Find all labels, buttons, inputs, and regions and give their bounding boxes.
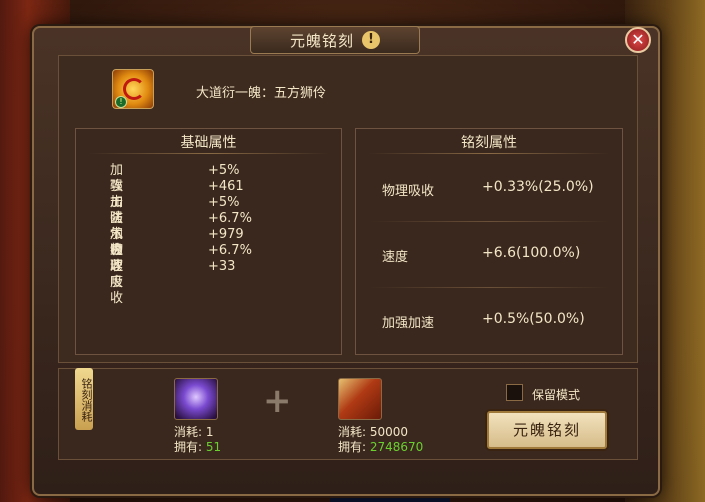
own-label: 拥有:	[338, 440, 367, 454]
engrave-attr-row: 物理吸收 +0.33%(25.0%)	[356, 156, 622, 222]
dialog-title-bar: 元魄铭刻 !	[250, 26, 420, 54]
header-divider	[368, 153, 610, 154]
info-icon[interactable]: !	[362, 31, 380, 49]
attr-value: +5%	[208, 163, 240, 178]
engrave-attr-name: 速度	[382, 250, 409, 265]
consume-label: 消耗:	[174, 425, 203, 439]
engrave-attr-name: 物理吸收	[382, 184, 435, 199]
close-button[interactable]: ✕	[625, 27, 651, 53]
attr-value: +33	[208, 259, 236, 274]
engrave-attributes-header: 铭刻属性	[461, 135, 517, 151]
keep-mode-label[interactable]: 保留模式	[532, 386, 580, 403]
material1-cost: 消耗: 1 拥有: 51	[174, 425, 221, 455]
engrave-attr-value: +6.6(100.0%)	[482, 245, 581, 261]
engrave-attr-row: 速度 +6.6(100.0%)	[356, 222, 622, 288]
attr-value: +5%	[208, 195, 240, 210]
consume-value: 50000	[369, 425, 409, 439]
base-attributes-header: 基础属性	[180, 135, 237, 151]
engrave-attr-name: 加强加速	[382, 316, 435, 331]
own-value: 2748670	[369, 440, 424, 454]
engrave-attr-value: +0.5%(50.0%)	[482, 311, 585, 327]
own-value: 51	[205, 440, 222, 454]
material2-cost: 消耗: 50000 拥有: 2748670	[338, 425, 423, 455]
engrave-attr-row: 加强加速 +0.5%(50.0%)	[356, 288, 622, 354]
attr-value: +6.7%	[208, 211, 252, 226]
purple-crystal-icon[interactable]	[174, 378, 218, 420]
badge-icon: !	[115, 96, 127, 108]
gold-scroll-icon[interactable]	[338, 378, 382, 420]
item-name: 大道衍一魄：五方狮伶	[196, 86, 327, 101]
engrave-attr-value: +0.33%(25.0%)	[482, 179, 594, 195]
consume-value: 1	[205, 425, 214, 439]
engrave-button[interactable]: 元魄铭刻	[487, 411, 607, 449]
soul-item-icon[interactable]: !	[112, 69, 154, 109]
attr-value: +979	[208, 227, 244, 242]
keep-mode-checkbox[interactable]	[506, 384, 523, 401]
header-divider	[88, 153, 329, 154]
dialog-title: 元魄铭刻	[289, 31, 354, 50]
attr-value: +461	[208, 179, 244, 194]
consume-label: 消耗:	[338, 425, 367, 439]
plus-icon: +	[263, 381, 292, 421]
engrave-cost-tag: 铭刻消耗	[75, 368, 93, 430]
attr-value: +6.7%	[208, 243, 252, 258]
own-label: 拥有:	[174, 440, 203, 454]
swirl-icon	[123, 78, 145, 100]
attr-name: 速度	[110, 259, 124, 290]
